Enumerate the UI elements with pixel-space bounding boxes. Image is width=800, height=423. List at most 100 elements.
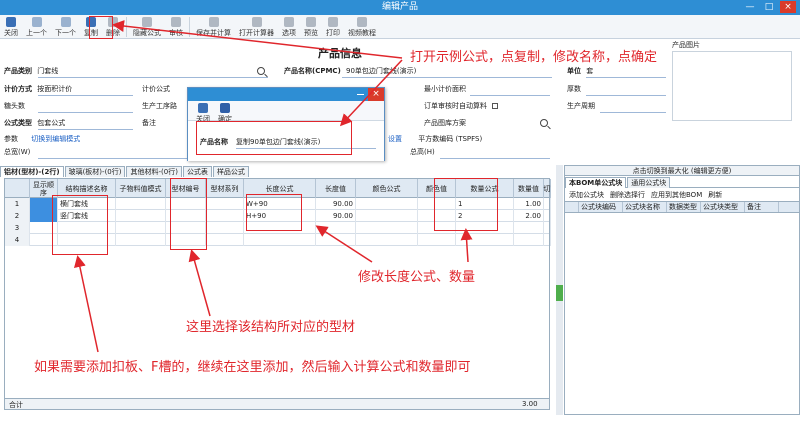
product-image-box[interactable] xyxy=(672,51,792,121)
formula-type-field[interactable]: 公式类型 包套公式 xyxy=(4,118,65,129)
remark-field[interactable]: 备注 xyxy=(142,118,159,129)
toolbar-button-7[interactable]: 保存并计算 xyxy=(192,15,235,39)
table-cell[interactable] xyxy=(116,222,166,234)
close-window-button[interactable]: × xyxy=(780,1,796,13)
maximize-button[interactable]: □ xyxy=(761,1,777,13)
toolbar-button-11[interactable]: 打印 xyxy=(322,15,344,39)
table-cell[interactable]: 1.00 xyxy=(514,198,544,210)
table-cell[interactable] xyxy=(544,210,551,222)
maximize-panel-header[interactable]: 点击切换到最大化 (编辑更方便) xyxy=(565,166,799,176)
table-cell[interactable] xyxy=(544,234,551,246)
toolbar-button-10[interactable]: 预览 xyxy=(300,15,322,39)
table-cell[interactable] xyxy=(116,234,166,246)
table-cell[interactable]: 90.00 xyxy=(316,210,356,222)
drawing-search-icon[interactable] xyxy=(540,119,548,127)
table-cell[interactable] xyxy=(116,210,166,222)
dialog-close-button[interactable]: × xyxy=(368,88,384,101)
table-cell[interactable] xyxy=(544,198,551,210)
formula-block-action-2[interactable]: 应用到其他BOM xyxy=(651,190,702,200)
table-cell[interactable]: 1 xyxy=(5,198,30,210)
tab-3[interactable]: 公式表 xyxy=(182,166,212,177)
splitter-handle[interactable] xyxy=(556,285,563,301)
table-cell[interactable] xyxy=(356,234,418,246)
cycle-field[interactable]: 生产周期 xyxy=(567,101,598,112)
edit-mode-link[interactable]: 切换到编辑模式 xyxy=(31,134,80,144)
formula-column-header-1[interactable]: 公式块名称 xyxy=(623,202,667,212)
table-cell[interactable] xyxy=(418,234,456,246)
formula-column-header-4[interactable]: 备注 xyxy=(745,202,779,212)
panel-splitter[interactable] xyxy=(556,165,563,415)
pricing-field[interactable]: 计价方式 按面积计价 xyxy=(4,84,72,95)
table-cell[interactable] xyxy=(206,210,244,222)
table-cell[interactable] xyxy=(116,198,166,210)
column-header-2[interactable]: 子物料值模式 xyxy=(116,179,166,198)
table-cell[interactable]: 90.00 xyxy=(316,198,356,210)
table-cell[interactable] xyxy=(356,222,418,234)
table-cell[interactable] xyxy=(356,198,418,210)
toolbar-button-6[interactable]: 审核 xyxy=(165,15,187,39)
unit-field[interactable]: 单位 套 xyxy=(567,66,593,77)
sqm-label: 平方数编码 (TSPFS) xyxy=(418,135,483,143)
formula-block-tab-0[interactable]: 本BOM单公式块 xyxy=(565,177,627,188)
process-field[interactable]: 生产工序路 xyxy=(142,101,180,112)
toolbar-button-0[interactable]: 关闭 xyxy=(0,15,22,39)
dialog-minimize-icon[interactable] xyxy=(357,94,364,95)
toolbar-button-9[interactable]: 选项 xyxy=(278,15,300,39)
min-area-field[interactable]: 最小计价面积 xyxy=(424,84,469,95)
product-name-field[interactable]: 产品名称(CPMC) 90单包边门套线(演示) xyxy=(284,66,416,77)
order-audit-field[interactable]: 订单审核时自动算料 xyxy=(424,101,499,112)
settings-link[interactable]: 设置 xyxy=(388,135,402,143)
drawing-field[interactable]: 产品图库方案 xyxy=(424,118,469,129)
formula-block-action-1[interactable]: 删除选择行 xyxy=(610,190,645,200)
toolbar-button-2[interactable]: 下一个 xyxy=(51,15,80,39)
column-header-4[interactable]: 型材系列 xyxy=(206,179,244,198)
formula-block-action-3[interactable]: 刷新 xyxy=(708,190,722,200)
table-cell[interactable]: 2 xyxy=(5,210,30,222)
column-header-7[interactable]: 颜色公式 xyxy=(356,179,418,198)
formula-column-header-3[interactable]: 公式块类型 xyxy=(701,202,745,212)
table-cell[interactable] xyxy=(544,222,551,234)
minimize-button[interactable]: — xyxy=(742,1,758,13)
order-audit-checkbox[interactable] xyxy=(492,103,499,109)
sugar-field[interactable]: 糖头数 xyxy=(4,101,28,112)
tab-2[interactable]: 其他材料-(0行) xyxy=(126,166,182,177)
formula-column-header-0[interactable]: 公式块编码 xyxy=(579,202,623,212)
product-form: 产品信息 产品类别 门套线 计价方式 按面积计价 计价公式 糖头数 生产工序路 … xyxy=(0,39,800,165)
column-header-6[interactable]: 长度值 xyxy=(316,179,356,198)
search-icon[interactable] xyxy=(257,67,265,75)
toolbar-button-8[interactable]: 打开计算器 xyxy=(235,15,278,39)
column-header-10[interactable]: 数量值 xyxy=(514,179,544,198)
pricing-formula-label: 计价公式 xyxy=(142,85,170,93)
pricing-formula-field[interactable]: 计价公式 xyxy=(142,84,173,95)
product-category-field[interactable]: 产品类别 门套线 xyxy=(4,66,58,77)
table-cell[interactable] xyxy=(316,222,356,234)
table-cell[interactable]: 4 xyxy=(5,234,30,246)
formula-column-header-2[interactable]: 数据类型 xyxy=(667,202,701,212)
table-cell[interactable] xyxy=(244,234,316,246)
total-width-field[interactable]: 总宽(W) xyxy=(4,147,33,158)
table-cell[interactable] xyxy=(206,234,244,246)
table-cell[interactable]: 2.00 xyxy=(514,210,544,222)
toolbar-button-12[interactable]: 视频教程 xyxy=(344,15,380,39)
table-cell[interactable] xyxy=(514,234,544,246)
total-height-field[interactable]: 总高(H) xyxy=(410,147,438,158)
tab-4[interactable]: 样品公式 xyxy=(212,166,249,177)
formula-block-tab-1[interactable]: 通用公式块 xyxy=(627,177,671,188)
table-cell[interactable] xyxy=(514,222,544,234)
toolbar-button-1[interactable]: 上一个 xyxy=(22,15,51,39)
table-cell[interactable] xyxy=(356,210,418,222)
table-cell[interactable] xyxy=(316,234,356,246)
formula-block-action-0[interactable]: 添加公式块 xyxy=(569,190,604,200)
column-header-11[interactable]: 切 xyxy=(544,179,551,198)
table-cell[interactable] xyxy=(206,198,244,210)
table-cell[interactable] xyxy=(206,222,244,234)
toolbar-label: 关闭 xyxy=(4,29,18,37)
table-cell[interactable] xyxy=(456,234,514,246)
save-calc-icon xyxy=(208,17,219,27)
thickness-field[interactable]: 厚数 xyxy=(567,84,584,95)
table-cell[interactable]: 3 xyxy=(5,222,30,234)
tab-1[interactable]: 玻璃(板材)-(0行) xyxy=(64,166,126,177)
toolbar-button-5[interactable]: 隐藏公式 xyxy=(129,15,165,39)
tab-0[interactable]: 铝材(型材)-(2行) xyxy=(0,166,64,177)
video-icon xyxy=(357,17,367,27)
